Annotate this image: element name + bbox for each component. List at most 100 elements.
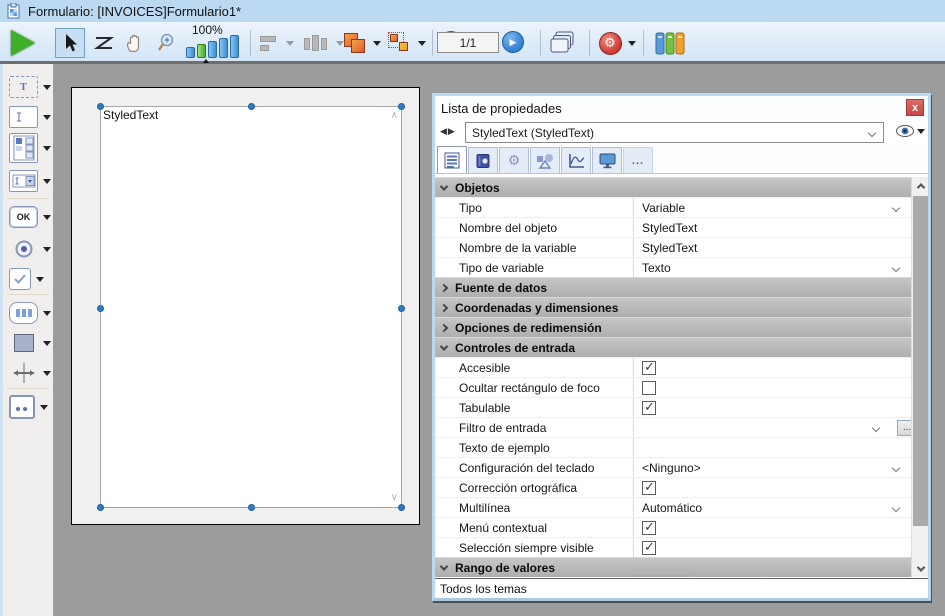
stacked-pages-icon: [550, 30, 580, 56]
section-fuente-de-datos[interactable]: Fuente de datos: [435, 277, 911, 297]
selection-handle-middle-right[interactable]: [398, 305, 405, 312]
selection-handle-bottom-right[interactable]: [398, 504, 405, 511]
zoom-bar-200-icon[interactable]: [208, 41, 217, 58]
level-button[interactable]: [340, 28, 370, 58]
scroll-up-icon: ∧: [391, 111, 398, 121]
combobox-tool[interactable]: [9, 168, 53, 194]
section-controles-entrada[interactable]: Controles de entrada: [435, 337, 911, 357]
checkbox-tool[interactable]: [9, 266, 53, 292]
execute-dropdown[interactable]: [626, 28, 638, 58]
nombre-objeto-field[interactable]: StyledText: [633, 218, 911, 237]
zoom-bar-400-icon[interactable]: [219, 38, 228, 58]
selection-handle-top-center[interactable]: [248, 103, 255, 110]
rectangle-tool-dropdown[interactable]: [43, 341, 51, 346]
text-tool-dropdown[interactable]: [43, 85, 51, 90]
tab-settings[interactable]: ⚙: [499, 147, 529, 173]
menu-contextual-checkbox[interactable]: [642, 521, 656, 535]
radio-button-icon: [9, 240, 38, 258]
accesible-checkbox[interactable]: [642, 361, 656, 375]
config-teclado-dropdown[interactable]: <Ninguno>: [633, 458, 911, 477]
group-dropdown[interactable]: [416, 28, 428, 58]
zoom-level-control[interactable]: 100%: [186, 26, 246, 62]
selection-handle-middle-left[interactable]: [97, 305, 104, 312]
run-form-button[interactable]: [8, 28, 38, 58]
next-page-button[interactable]: ▶: [502, 31, 524, 53]
entry-order-tool-button[interactable]: [90, 28, 118, 58]
object-prev-next-arrows[interactable]: ◀▶: [440, 126, 456, 137]
splitter-tool[interactable]: [9, 360, 53, 386]
combobox-icon: [9, 170, 38, 192]
input-tool-dropdown[interactable]: [43, 115, 51, 120]
tabulable-checkbox[interactable]: [642, 401, 656, 415]
panel-close-button[interactable]: x: [906, 99, 924, 116]
section-coordenadas[interactable]: Coordenadas y dimensiones: [435, 297, 911, 317]
combobox-tool-dropdown[interactable]: [43, 179, 51, 184]
splitter-tool-dropdown[interactable]: [43, 371, 51, 376]
plugin-tool-dropdown[interactable]: [40, 405, 48, 410]
text-tool[interactable]: T: [9, 74, 53, 100]
chevron-down-icon: [868, 128, 876, 136]
scrollbar-down-button[interactable]: [912, 560, 929, 577]
segmented-tool[interactable]: [9, 300, 53, 326]
seleccion-visible-checkbox[interactable]: [642, 541, 656, 555]
horizontal-scrollbar-thumb[interactable]: [633, 575, 691, 577]
texto-ejemplo-field[interactable]: [633, 438, 911, 457]
section-objetos[interactable]: Objetos: [435, 177, 911, 197]
button-tool[interactable]: OK: [9, 204, 53, 230]
form-canvas[interactable]: StyledText ∧ ∨: [71, 87, 420, 525]
input-tool[interactable]: [9, 104, 53, 130]
property-row-config-teclado: Configuración del teclado <Ninguno>: [435, 457, 911, 477]
correccion-checkbox[interactable]: [642, 481, 656, 495]
rectangle-tool[interactable]: [9, 330, 53, 356]
tab-book[interactable]: [468, 147, 498, 173]
tab-property-list[interactable]: [437, 146, 467, 173]
tab-objects[interactable]: [530, 147, 560, 173]
group-button[interactable]: [385, 28, 415, 58]
section-rango-valores[interactable]: Rango de valores: [435, 557, 911, 577]
tipo-variable-dropdown[interactable]: Texto: [633, 258, 911, 277]
page-indicator-field[interactable]: 1/1: [437, 32, 499, 53]
library-button[interactable]: [652, 28, 688, 58]
multilinea-dropdown[interactable]: Automático: [633, 498, 911, 517]
scrollbar-up-button[interactable]: [912, 177, 929, 194]
selection-handle-top-left[interactable]: [97, 103, 104, 110]
ocultar-foco-checkbox[interactable]: [642, 381, 656, 395]
level-dropdown[interactable]: [371, 28, 383, 58]
filtro-entrada-dropdown[interactable]: ...: [633, 418, 911, 437]
tipo-dropdown[interactable]: Variable: [633, 198, 911, 217]
selection-handle-bottom-center[interactable]: [248, 504, 255, 511]
move-tool-button[interactable]: [121, 28, 149, 58]
selection-handle-bottom-left[interactable]: [97, 504, 104, 511]
checkbox-tool-dropdown[interactable]: [36, 277, 44, 282]
tab-chart[interactable]: [561, 147, 591, 173]
property-row-accesible: Accesible: [435, 357, 911, 377]
panel-scrollbar[interactable]: [911, 177, 928, 577]
select-tool-button[interactable]: [55, 28, 85, 58]
form-windows-button[interactable]: [548, 28, 582, 58]
plugin-tool[interactable]: [9, 394, 53, 420]
button-tool-dropdown[interactable]: [43, 215, 51, 220]
zoom-bar-50-icon[interactable]: [186, 47, 195, 58]
styledtext-object[interactable]: StyledText ∧ ∨: [100, 106, 402, 508]
execute-target-button[interactable]: ⚙: [597, 28, 623, 58]
section-opciones-redimension[interactable]: Opciones de redimensión: [435, 317, 911, 337]
tab-display[interactable]: [592, 147, 622, 173]
segmented-tool-dropdown[interactable]: [43, 311, 51, 316]
scrollbar-thumb[interactable]: [913, 196, 928, 526]
ellipsis-icon: ...: [632, 155, 644, 167]
property-row-tipo-variable: Tipo de variable Texto: [435, 257, 911, 277]
object-selector-combo[interactable]: StyledText (StyledText): [465, 122, 884, 143]
zoom-bar-100-icon[interactable]: [197, 44, 206, 58]
tab-more[interactable]: ...: [623, 147, 653, 173]
property-row-nombre-variable: Nombre de la variable StyledText: [435, 237, 911, 257]
visibility-menu-button[interactable]: [895, 123, 925, 139]
listbox-tool[interactable]: [9, 132, 53, 164]
zoom-tool-button[interactable]: [152, 28, 180, 58]
radio-tool[interactable]: [9, 236, 53, 262]
selection-handle-top-right[interactable]: [398, 103, 405, 110]
listbox-tool-dropdown[interactable]: [43, 146, 51, 151]
property-row-nombre-objeto: Nombre del objeto StyledText: [435, 217, 911, 237]
zoom-bar-800-icon[interactable]: [230, 35, 239, 58]
radio-tool-dropdown[interactable]: [43, 247, 51, 252]
nombre-variable-field[interactable]: StyledText: [633, 238, 911, 257]
